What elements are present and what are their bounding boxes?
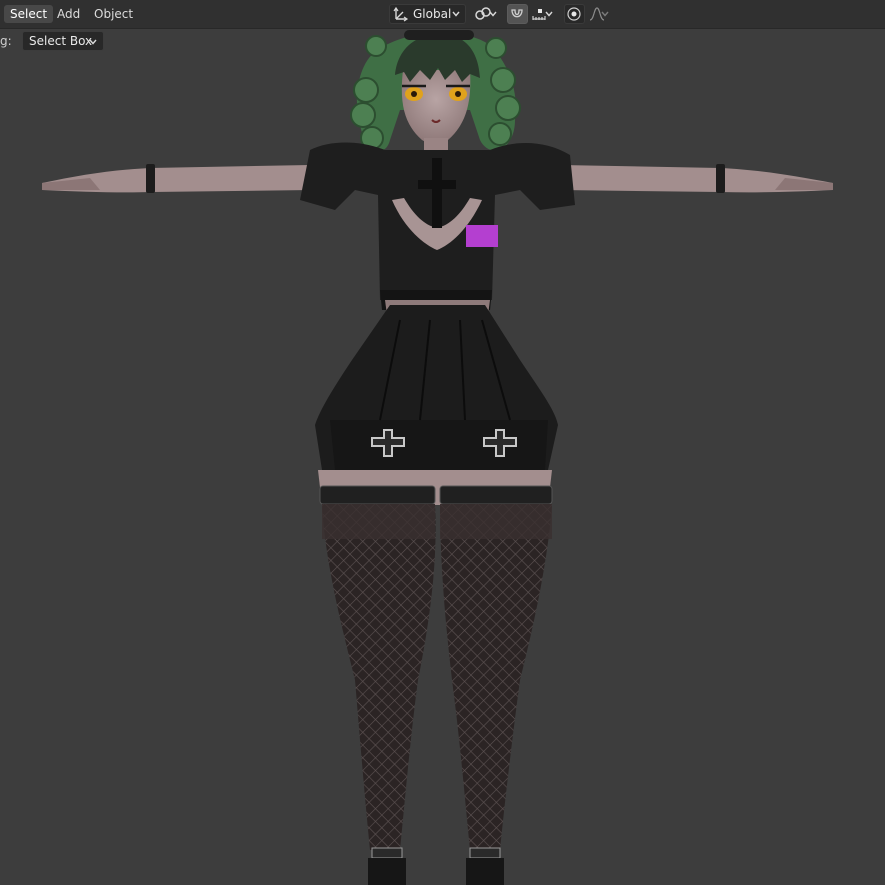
proportional-editing-icon [567,7,581,21]
chevron-down-icon [489,11,497,17]
add-menu[interactable]: Add [51,5,86,23]
chevron-down-icon [452,11,460,17]
snap-toggle[interactable] [507,4,528,24]
proportional-falloff-dropdown[interactable] [587,4,615,24]
select-box-dropdown[interactable]: Select Box [22,31,104,51]
select-menu[interactable]: Select [4,5,54,23]
select-box-value: Select Box [29,34,93,48]
orientation-value: Global [413,7,452,21]
drag-label: g: [0,34,12,48]
proportional-editing-toggle[interactable] [564,4,585,24]
magnet-icon [511,9,523,18]
object-menu[interactable]: Object [88,5,139,23]
viewport-header: Select Add Object Global [0,0,885,29]
character-model [42,30,833,885]
pivot-point-dropdown[interactable] [471,4,503,24]
snap-target-dropdown[interactable] [529,4,559,24]
transform-orientation-dropdown[interactable]: Global [389,4,466,24]
chevron-down-icon [89,39,97,45]
3d-viewport[interactable] [0,0,885,885]
axis-gizmo-icon [393,6,409,22]
chevron-down-icon [601,11,609,17]
chevron-down-icon [545,11,553,17]
